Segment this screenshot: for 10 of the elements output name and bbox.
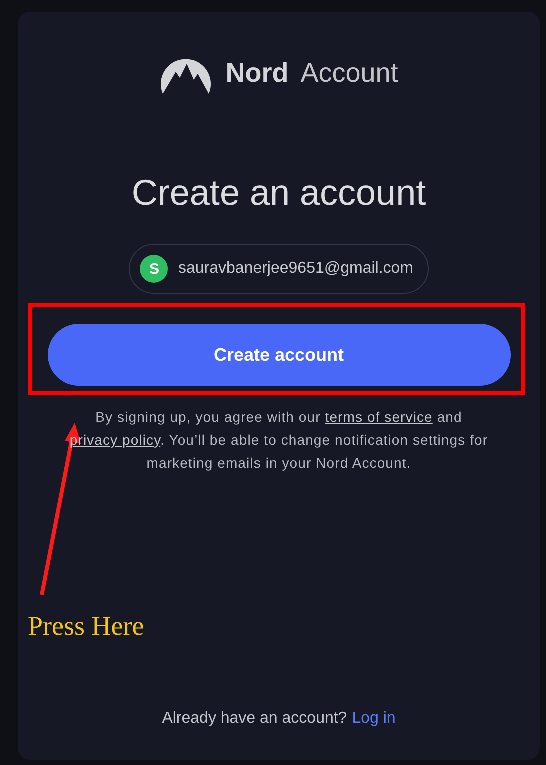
product-name: Account: [300, 58, 398, 88]
terms-link[interactable]: terms of service: [325, 409, 433, 425]
create-account-button[interactable]: Create account: [48, 324, 510, 386]
footer-text: Already have an account?: [162, 710, 348, 728]
login-link[interactable]: Log in: [352, 710, 396, 728]
email-address: sauravbanerjee9651@gmail.com: [178, 260, 414, 278]
page-title: Create an account: [132, 172, 426, 214]
brand-name: Nord: [226, 58, 289, 88]
avatar-initial: S: [140, 255, 168, 283]
annotation-label: Press Here: [28, 611, 144, 642]
